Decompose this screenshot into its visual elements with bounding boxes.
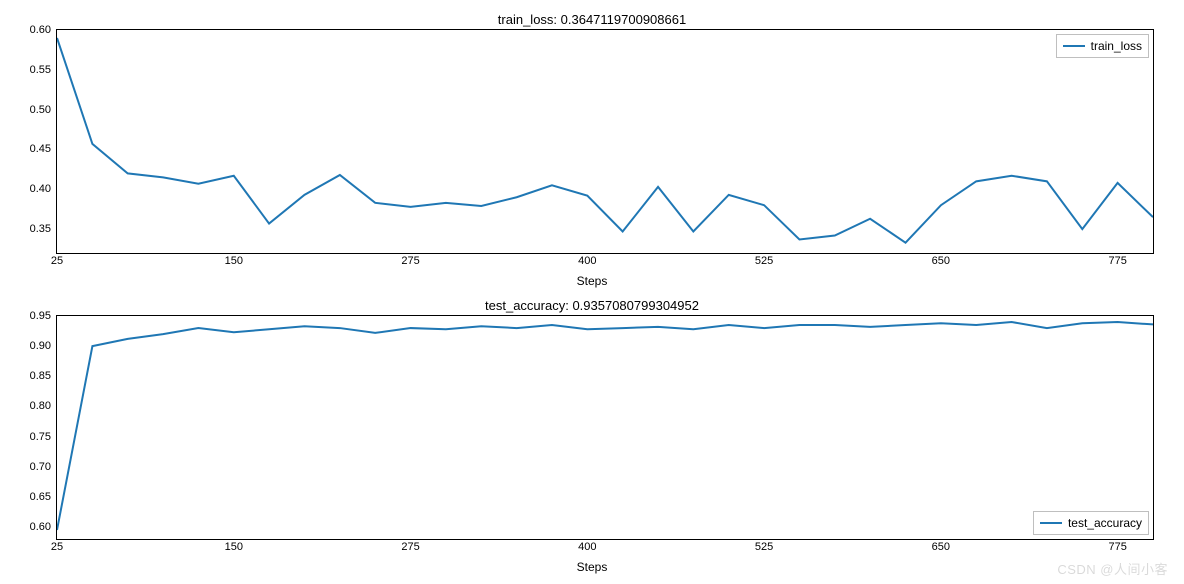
x-axis-label-1: Steps xyxy=(10,274,1174,288)
x-tick-label: 275 xyxy=(401,541,419,553)
y-tick-label: 0.60 xyxy=(30,521,51,533)
x-tick-label: 775 xyxy=(1108,541,1126,553)
plot-area-1: 0.350.400.450.500.550.60 train_loss 2515… xyxy=(56,29,1154,254)
x-tick-label: 650 xyxy=(932,541,950,553)
y-tick-label: 0.75 xyxy=(30,431,51,443)
x-tick-label: 650 xyxy=(932,255,950,267)
legend-swatch-1 xyxy=(1063,45,1085,47)
x-tick-label: 150 xyxy=(225,541,243,553)
watermark: CSDN @人间小客 xyxy=(1057,559,1168,578)
chart-title-1: train_loss: 0.3647119700908661 xyxy=(10,12,1174,27)
legend-label-1: train_loss xyxy=(1091,39,1142,53)
y-tick-label: 0.40 xyxy=(30,183,51,195)
legend-swatch-2 xyxy=(1040,522,1062,524)
y-tick-label: 0.85 xyxy=(30,370,51,382)
x-tick-label: 25 xyxy=(51,255,63,267)
legend-label-2: test_accuracy xyxy=(1068,516,1142,530)
chart-title-2: test_accuracy: 0.9357080799304952 xyxy=(10,298,1174,313)
charts-container: train_loss: 0.3647119700908661 0.350.400… xyxy=(10,10,1174,574)
plot-area-2: 0.600.650.700.750.800.850.900.95 test_ac… xyxy=(56,315,1154,540)
y-axis-ticks-2: 0.600.650.700.750.800.850.900.95 xyxy=(11,316,55,539)
x-tick-label: 400 xyxy=(578,255,596,267)
x-tick-label: 775 xyxy=(1108,255,1126,267)
y-tick-label: 0.45 xyxy=(30,143,51,155)
y-tick-label: 0.60 xyxy=(30,24,51,36)
y-axis-ticks-1: 0.350.400.450.500.550.60 xyxy=(11,30,55,253)
x-tick-label: 25 xyxy=(51,541,63,553)
y-tick-label: 0.65 xyxy=(30,491,51,503)
x-tick-label: 400 xyxy=(578,541,596,553)
legend-1: train_loss xyxy=(1056,34,1149,58)
x-axis-label-2: Steps xyxy=(10,560,1174,574)
chart-test-accuracy: test_accuracy: 0.9357080799304952 0.600.… xyxy=(10,296,1174,574)
y-tick-label: 0.80 xyxy=(30,400,51,412)
legend-2: test_accuracy xyxy=(1033,511,1149,535)
x-tick-label: 525 xyxy=(755,541,773,553)
x-axis-ticks-1: 25150275400525650775 xyxy=(57,255,1153,271)
y-tick-label: 0.95 xyxy=(30,310,51,322)
line-plot-1 xyxy=(57,30,1153,253)
x-tick-label: 275 xyxy=(401,255,419,267)
y-tick-label: 0.90 xyxy=(30,340,51,352)
y-tick-label: 0.70 xyxy=(30,461,51,473)
x-axis-ticks-2: 25150275400525650775 xyxy=(57,541,1153,557)
chart-train-loss: train_loss: 0.3647119700908661 0.350.400… xyxy=(10,10,1174,288)
y-tick-label: 0.55 xyxy=(30,64,51,76)
y-tick-label: 0.35 xyxy=(30,223,51,235)
x-tick-label: 150 xyxy=(225,255,243,267)
x-tick-label: 525 xyxy=(755,255,773,267)
line-plot-2 xyxy=(57,316,1153,539)
y-tick-label: 0.50 xyxy=(30,104,51,116)
